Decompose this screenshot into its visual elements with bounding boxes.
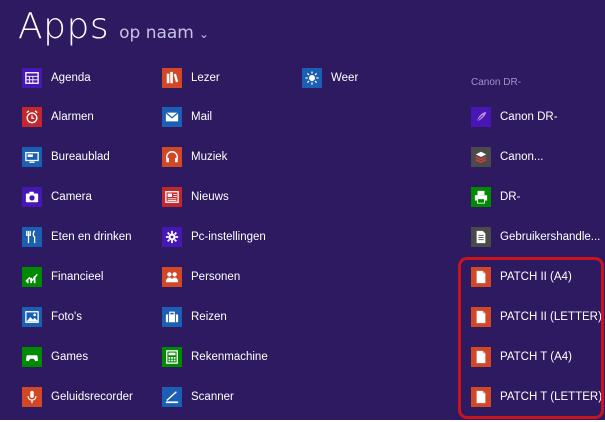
gamepad-icon <box>22 347 42 367</box>
app-label: Alarmen <box>51 111 94 123</box>
mail-icon <box>162 107 182 127</box>
app-tile-geluidsrecorder[interactable]: Geluidsrecorder <box>22 385 133 409</box>
app-tile-nieuws[interactable]: Nieuws <box>162 185 229 209</box>
desktop-icon <box>22 147 42 167</box>
app-label: Financieel <box>51 271 104 283</box>
app-label: Games <box>51 351 89 363</box>
camera-icon <box>22 187 42 207</box>
app-tile-games[interactable]: Games <box>22 345 88 369</box>
sun-icon <box>302 68 322 88</box>
app-tile-financieel[interactable]: Financieel <box>22 265 103 289</box>
app-tile-gebruikershandle[interactable]: Gebruikershandle... <box>471 225 600 249</box>
app-tile-reizen[interactable]: Reizen <box>162 305 227 329</box>
microphone-icon <box>22 387 42 407</box>
headphones-icon <box>162 147 182 167</box>
photo-icon <box>22 307 42 327</box>
app-label: Scanner <box>191 391 234 403</box>
app-label: Agenda <box>51 72 91 84</box>
app-tile-canon[interactable]: Canon... <box>471 145 543 169</box>
highlight-frame <box>458 257 604 419</box>
app-tile-muziek[interactable]: Muziek <box>162 145 227 169</box>
app-label: Geluidsrecorder <box>51 391 133 403</box>
printer-icon <box>471 187 491 207</box>
app-tile-mail[interactable]: Mail <box>162 105 212 129</box>
app-label: Mail <box>191 111 213 123</box>
page-title: Apps <box>18 6 110 47</box>
app-label: Personen <box>191 271 241 283</box>
group-header-canon: Canon DR- <box>471 77 522 88</box>
app-label: Nieuws <box>191 191 229 203</box>
apps-screen: Apps op naam ⌄ Canon DR- Agenda Alarmen Bu… <box>0 0 605 422</box>
gear-icon <box>162 227 182 247</box>
finance-chart-icon <box>22 267 42 287</box>
app-tile-lezer[interactable]: Lezer <box>162 66 220 90</box>
app-tile-pc-instellingen[interactable]: Pc-instellingen <box>162 225 266 249</box>
fork-knife-icon <box>22 227 42 247</box>
app-label: Canon DR- <box>500 111 558 123</box>
app-tile-eten-en-drinken[interactable]: Eten en drinken <box>22 225 132 249</box>
reader-icon <box>162 68 182 88</box>
canon-stack-icon <box>471 147 491 167</box>
app-label: Muziek <box>191 151 228 163</box>
app-tile-foto-s[interactable]: Foto's <box>22 305 82 329</box>
app-label: Rekenmachine <box>191 351 268 363</box>
calendar-icon <box>22 68 42 88</box>
chevron-down-icon[interactable]: ⌄ <box>199 27 209 41</box>
app-label: Pc-instellingen <box>191 231 266 243</box>
apps-header: Apps op naam ⌄ <box>18 6 209 50</box>
app-label: Weer <box>331 72 359 84</box>
alarm-clock-icon <box>22 107 42 127</box>
app-tile-personen[interactable]: Personen <box>162 265 240 289</box>
app-tile-agenda[interactable]: Agenda <box>22 66 91 90</box>
app-label: Foto's <box>51 311 82 323</box>
app-tile-rekenmachine[interactable]: Rekenmachine <box>162 345 268 369</box>
app-label: Gebruikershandle... <box>500 231 601 243</box>
app-label: Bureaublad <box>51 151 110 163</box>
app-label: Canon... <box>500 151 544 163</box>
newspaper-icon <box>162 187 182 207</box>
people-icon <box>162 267 182 287</box>
app-label: Eten en drinken <box>51 231 132 243</box>
app-label: DR- <box>500 191 521 203</box>
app-tile-bureaublad[interactable]: Bureaublad <box>22 145 110 169</box>
app-label: Reizen <box>191 311 227 323</box>
app-tile-alarmen[interactable]: Alarmen <box>22 105 94 129</box>
suitcase-icon <box>162 307 182 327</box>
canon-feather-icon <box>471 107 491 127</box>
sort-by-name-dropdown[interactable]: op naam <box>119 23 194 43</box>
app-tile-dr[interactable]: DR- <box>471 185 520 209</box>
app-tile-camera[interactable]: Camera <box>22 185 92 209</box>
app-tile-scanner[interactable]: Scanner <box>162 385 234 409</box>
app-tile-weer[interactable]: Weer <box>302 66 358 90</box>
app-label: Lezer <box>191 72 220 84</box>
scanner-icon <box>162 387 182 407</box>
app-label: Camera <box>51 191 92 203</box>
manual-icon <box>471 227 491 247</box>
app-tile-canon-dr[interactable]: Canon DR- <box>471 105 558 129</box>
calculator-icon <box>162 347 182 367</box>
